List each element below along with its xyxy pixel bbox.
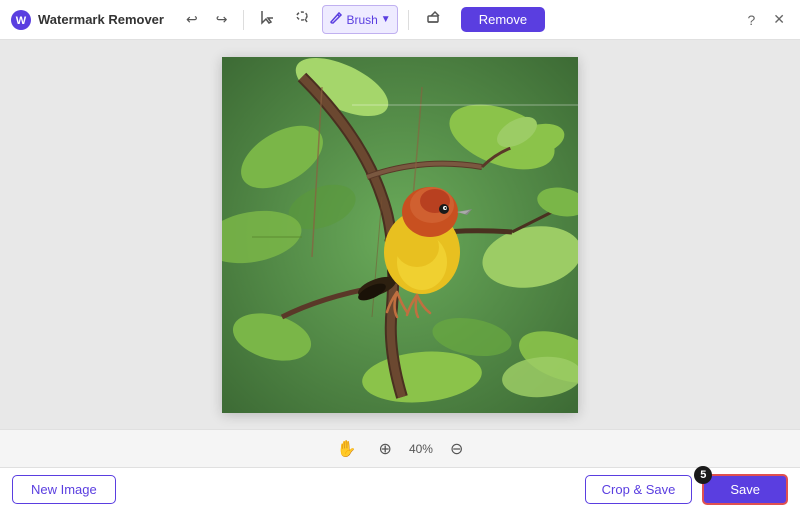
hand-icon: ✋ [337, 441, 357, 458]
crop-save-button[interactable]: Crop & Save [585, 475, 693, 504]
select-icon [260, 9, 276, 30]
brush-icon [329, 10, 343, 29]
remove-button[interactable]: Remove [461, 7, 545, 32]
undo-button[interactable]: ↩ [180, 7, 204, 32]
separator-2 [408, 10, 409, 30]
brush-tool-button[interactable]: Brush ▼ [322, 5, 397, 34]
undo-icon: ↩ [186, 11, 198, 28]
main-canvas-area [0, 40, 800, 429]
hand-tool-button[interactable]: ✋ [332, 437, 362, 461]
image-container [222, 57, 578, 413]
zoom-out-icon: ⊖ [450, 441, 463, 458]
new-image-button[interactable]: New Image [12, 475, 116, 504]
zoom-in-button[interactable]: ⊕ [374, 437, 397, 461]
close-button[interactable]: ✕ [768, 9, 790, 30]
zoom-toolbar: ✋ ⊕ 40% ⊖ [0, 429, 800, 467]
svg-text:W: W [16, 15, 27, 27]
save-button[interactable]: Save [702, 474, 788, 505]
erase-icon [425, 9, 441, 30]
brush-dropdown-icon: ▼ [381, 14, 391, 25]
app-title: Watermark Remover [38, 12, 164, 27]
lasso-tool-button[interactable] [288, 5, 316, 34]
titlebar: W Watermark Remover ↩ ↪ [0, 0, 800, 40]
separator-1 [243, 10, 244, 30]
bottom-toolbar: New Image Crop & Save 5 Save [0, 467, 800, 511]
help-button[interactable]: ? [742, 10, 760, 30]
app-logo: W [10, 9, 32, 31]
zoom-in-icon: ⊕ [379, 441, 392, 458]
toolbar: ↩ ↪ [180, 5, 743, 34]
redo-icon: ↪ [216, 11, 228, 28]
zoom-out-button[interactable]: ⊖ [445, 437, 468, 461]
brush-label: Brush [346, 13, 377, 27]
redo-button[interactable]: ↪ [210, 7, 234, 32]
save-button-wrapper: 5 Save [702, 474, 788, 505]
titlebar-right: ? ✕ [742, 9, 790, 30]
zoom-level: 40% [409, 442, 433, 456]
bottom-right-actions: Crop & Save 5 Save [585, 474, 788, 505]
select-tool-button[interactable] [254, 5, 282, 34]
bird-image[interactable] [222, 57, 578, 413]
erase-tool-button[interactable] [419, 5, 447, 34]
lasso-icon [294, 9, 310, 30]
